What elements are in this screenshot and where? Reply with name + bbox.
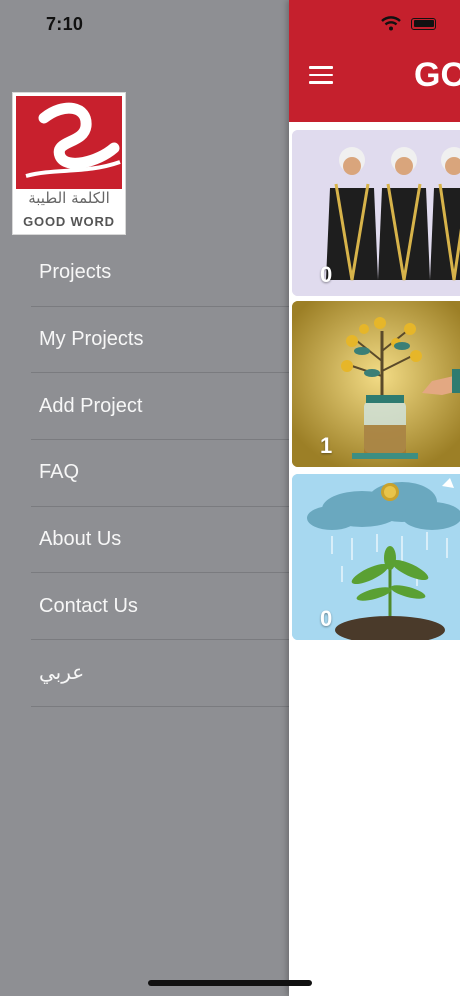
menu-item-contact-us[interactable]: Contact Us — [31, 573, 290, 641]
project-count: 1 — [320, 433, 333, 458]
drawer-menu: Projects My Projects Add Project FAQ Abo… — [31, 240, 290, 707]
menu-item-label: FAQ — [39, 461, 80, 484]
project-card[interactable]: 0 — [292, 130, 460, 296]
logo-english-text: GOOD WORD — [23, 214, 115, 229]
app-logo: الكلمة الطيبة GOOD WORD — [12, 92, 126, 235]
menu-item-projects[interactable]: Projects — [31, 240, 290, 307]
menu-item-arabic-language[interactable]: عربي — [31, 640, 290, 707]
app-title: GO — [414, 56, 460, 94]
project-image — [292, 301, 460, 467]
status-time: 7:10 — [46, 14, 84, 34]
project-card[interactable]: 1 — [292, 301, 460, 467]
project-card[interactable]: 0 — [292, 474, 460, 640]
menu-item-label: Add Project — [39, 394, 143, 417]
logo-mark — [16, 96, 122, 189]
side-drawer: 7:10 الكلمة الطيبة GOOD WORD Projects My… — [0, 0, 290, 996]
hamburger-menu-icon[interactable] — [309, 66, 333, 84]
home-indicator[interactable] — [148, 980, 312, 986]
menu-item-label: My Projects — [39, 328, 144, 351]
project-count: 0 — [320, 606, 333, 631]
menu-item-label: عربي — [39, 662, 85, 685]
logo-arabic-text: الكلمة الطيبة — [28, 189, 110, 207]
battery-icon — [411, 17, 436, 30]
app-header: GO — [289, 0, 460, 122]
menu-item-label: Contact Us — [39, 594, 138, 617]
wifi-icon — [381, 16, 401, 31]
menu-item-about-us[interactable]: About Us — [31, 507, 290, 574]
menu-item-label: Projects — [39, 261, 112, 284]
menu-item-label: About Us — [39, 528, 122, 551]
main-content: GO 0 1 0 — [289, 0, 460, 996]
project-count: 0 — [320, 262, 333, 287]
status-icons — [381, 16, 436, 31]
project-image — [292, 130, 460, 296]
menu-item-add-project[interactable]: Add Project — [31, 373, 290, 441]
menu-item-faq[interactable]: FAQ — [31, 440, 290, 507]
project-image — [292, 474, 460, 640]
menu-item-my-projects[interactable]: My Projects — [31, 307, 290, 374]
